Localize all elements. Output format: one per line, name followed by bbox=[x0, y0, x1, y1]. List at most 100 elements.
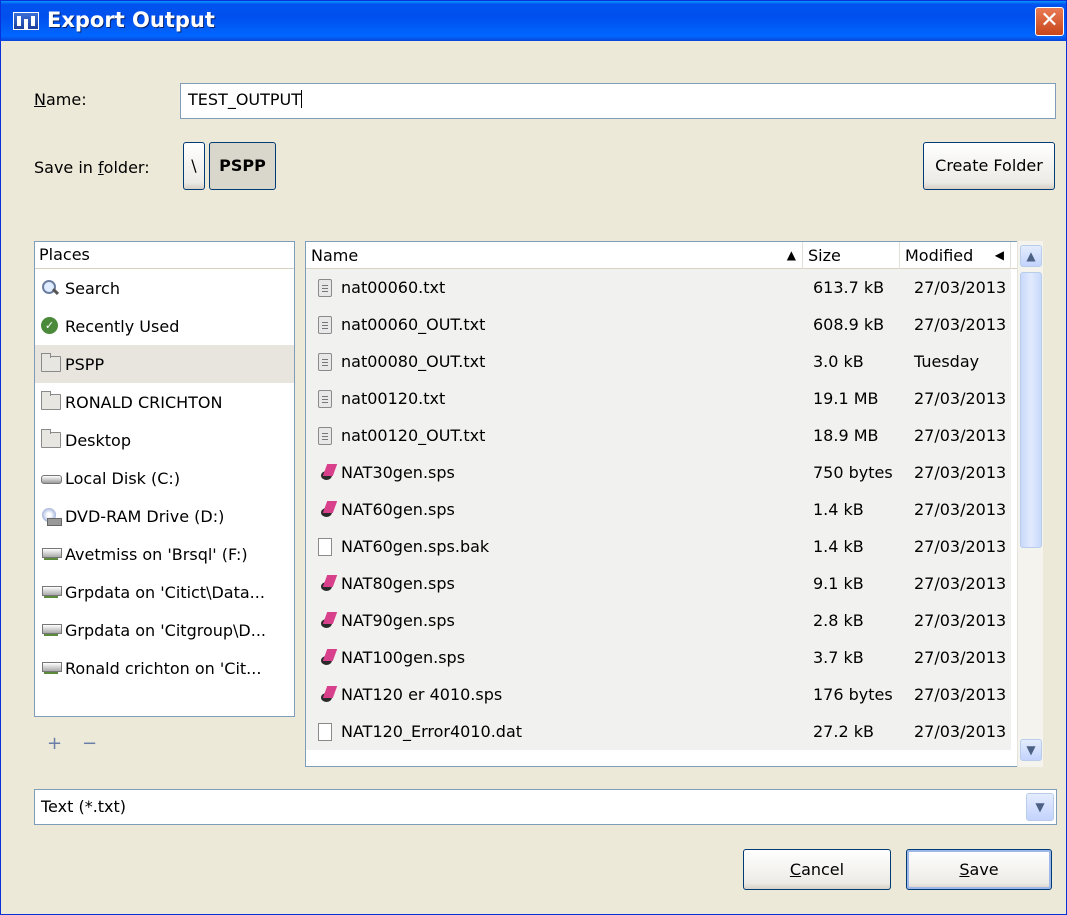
name-label: Name: bbox=[34, 90, 87, 109]
places-item[interactable]: Avetmiss on 'Brsql' (F:) bbox=[35, 535, 294, 573]
file-size: 1.4 kB bbox=[813, 537, 864, 556]
file-row[interactable]: NAT90gen.sps 2.8 kB 27/03/2013 bbox=[306, 602, 1011, 639]
file-modified: 27/03/2013 bbox=[914, 722, 1007, 741]
syntax-file-icon bbox=[318, 686, 332, 704]
places-item-label: Desktop bbox=[65, 430, 131, 450]
text-file-icon bbox=[318, 316, 332, 334]
places-item-label: Local Disk (C:) bbox=[65, 468, 181, 488]
places-list: Search Recently Used PSPP RONALD CRICHTON De… bbox=[35, 269, 294, 687]
path-pspp-button[interactable]: PSPP bbox=[209, 142, 276, 190]
file-name: nat00060.txt bbox=[341, 278, 446, 297]
places-item[interactable]: Ronald crichton on 'Cit... bbox=[35, 649, 294, 687]
places-item[interactable]: PSPP bbox=[35, 345, 294, 383]
remove-bookmark-icon[interactable]: − bbox=[82, 733, 97, 754]
file-name: nat00080_OUT.txt bbox=[341, 352, 486, 371]
file-name: NAT100gen.sps bbox=[341, 648, 466, 667]
syntax-file-icon bbox=[318, 575, 332, 593]
syntax-file-icon bbox=[318, 649, 332, 667]
app-icon bbox=[13, 12, 39, 30]
network-drive-icon bbox=[41, 622, 62, 638]
file-row[interactable]: nat00060_OUT.txt 608.9 kB 27/03/2013 bbox=[306, 306, 1011, 343]
file-row[interactable]: NAT120 er 4010.sps 176 bytes 27/03/2013 bbox=[306, 676, 1011, 713]
file-icon bbox=[318, 723, 332, 741]
file-name: NAT60gen.sps.bak bbox=[341, 537, 490, 556]
file-modified: 27/03/2013 bbox=[914, 426, 1007, 445]
file-modified: 27/03/2013 bbox=[914, 278, 1007, 297]
file-modified: 27/03/2013 bbox=[914, 611, 1007, 630]
places-item-label: Recently Used bbox=[65, 316, 180, 336]
places-panel: Places Search Recently Used PSPP RONALD CRI… bbox=[34, 241, 295, 717]
scroll-thumb[interactable] bbox=[1020, 272, 1042, 548]
file-row[interactable]: NAT120_Error4010.dat 27.2 kB 27/03/2013 bbox=[306, 713, 1011, 750]
places-item-label: RONALD CRICHTON bbox=[65, 392, 223, 412]
places-item[interactable]: Search bbox=[35, 269, 294, 307]
save-button[interactable]: Save bbox=[906, 849, 1052, 890]
file-row[interactable]: nat00120_OUT.txt 18.9 MB 27/03/2013 bbox=[306, 417, 1011, 454]
file-name: NAT80gen.sps bbox=[341, 574, 455, 593]
file-size: 750 bytes bbox=[813, 463, 893, 482]
column-header-modified[interactable]: Modified ◀ bbox=[900, 242, 1011, 269]
file-name: NAT120 er 4010.sps bbox=[341, 685, 503, 704]
file-modified: Tuesday bbox=[914, 352, 980, 371]
file-row[interactable]: NAT80gen.sps 9.1 kB 27/03/2013 bbox=[306, 565, 1011, 602]
file-name: NAT120_Error4010.dat bbox=[341, 722, 523, 741]
file-name: NAT60gen.sps bbox=[341, 500, 455, 519]
text-file-icon bbox=[318, 390, 332, 408]
file-icon bbox=[318, 538, 332, 556]
chevron-down-icon[interactable]: ▼ bbox=[1026, 793, 1054, 821]
column-header-size[interactable]: Size bbox=[803, 242, 900, 269]
column-header-name[interactable]: Name ▲ bbox=[306, 242, 803, 269]
file-list-scrollbar[interactable]: ▲ ▼ bbox=[1017, 241, 1043, 767]
file-name: nat00120_OUT.txt bbox=[341, 426, 486, 445]
file-list-header: Name ▲ Size Modified ◀ bbox=[306, 242, 1026, 269]
places-item[interactable]: DVD-RAM Drive (D:) bbox=[35, 497, 294, 535]
save-in-folder-label: Save in folder: bbox=[34, 158, 150, 177]
folder-icon bbox=[41, 353, 61, 372]
file-size: 18.9 MB bbox=[813, 426, 879, 445]
places-item[interactable]: Recently Used bbox=[35, 307, 294, 345]
file-row[interactable]: NAT30gen.sps 750 bytes 27/03/2013 bbox=[306, 454, 1011, 491]
file-row[interactable]: nat00060.txt 613.7 kB 27/03/2013 bbox=[306, 269, 1011, 306]
path-root-button[interactable]: \ bbox=[183, 142, 205, 190]
file-name: nat00060_OUT.txt bbox=[341, 315, 486, 334]
places-item[interactable]: Grpdata on 'Citgroup\D... bbox=[35, 611, 294, 649]
file-size: 27.2 kB bbox=[813, 722, 874, 741]
places-item-label: DVD-RAM Drive (D:) bbox=[65, 506, 225, 526]
file-size: 19.1 MB bbox=[813, 389, 879, 408]
places-toolbar: + − bbox=[34, 721, 295, 766]
file-size: 2.8 kB bbox=[813, 611, 864, 630]
file-type-filter[interactable]: Text (*.txt) ▼ bbox=[34, 789, 1057, 825]
file-size: 176 bytes bbox=[813, 685, 893, 704]
places-item[interactable]: Grpdata on 'Citict\Data... bbox=[35, 573, 294, 611]
places-item-label: Ronald crichton on 'Cit... bbox=[65, 658, 262, 678]
file-row[interactable]: NAT60gen.sps.bak 1.4 kB 27/03/2013 bbox=[306, 528, 1011, 565]
places-item[interactable]: Desktop bbox=[35, 421, 294, 459]
places-item-label: Grpdata on 'Citict\Data... bbox=[65, 582, 265, 602]
places-item[interactable]: RONALD CRICHTON bbox=[35, 383, 294, 421]
file-row[interactable]: NAT60gen.sps 1.4 kB 27/03/2013 bbox=[306, 491, 1011, 528]
file-row[interactable]: NAT100gen.sps 3.7 kB 27/03/2013 bbox=[306, 639, 1011, 676]
file-row[interactable]: nat00080_OUT.txt 3.0 kB Tuesday bbox=[306, 343, 1011, 380]
network-drive-icon bbox=[41, 546, 62, 562]
export-output-dialog: Export Output ✕ Name: TEST_OUTPUT Save i… bbox=[0, 0, 1067, 915]
file-row[interactable]: nat00120.txt 19.1 MB 27/03/2013 bbox=[306, 380, 1011, 417]
add-bookmark-icon[interactable]: + bbox=[47, 733, 62, 754]
file-modified: 27/03/2013 bbox=[914, 648, 1007, 667]
file-size: 1.4 kB bbox=[813, 500, 864, 519]
window-title: Export Output bbox=[47, 8, 215, 32]
close-button[interactable]: ✕ bbox=[1035, 7, 1064, 36]
scroll-down-button[interactable]: ▼ bbox=[1020, 739, 1042, 761]
column-arrow-icon: ◀ bbox=[994, 248, 1004, 262]
text-file-icon bbox=[318, 353, 332, 371]
file-size: 608.9 kB bbox=[813, 315, 885, 334]
name-input[interactable]: TEST_OUTPUT bbox=[180, 83, 1056, 119]
file-rows: nat00060.txt 613.7 kB 27/03/2013 nat00060_O… bbox=[306, 269, 1011, 750]
places-header[interactable]: Places bbox=[35, 242, 294, 269]
create-folder-button[interactable]: Create Folder bbox=[923, 142, 1055, 190]
search-icon bbox=[41, 280, 61, 296]
scroll-up-button[interactable]: ▲ bbox=[1020, 245, 1042, 267]
file-size: 3.7 kB bbox=[813, 648, 864, 667]
cancel-button[interactable]: Cancel bbox=[743, 849, 891, 890]
places-item[interactable]: Local Disk (C:) bbox=[35, 459, 294, 497]
file-modified: 27/03/2013 bbox=[914, 574, 1007, 593]
